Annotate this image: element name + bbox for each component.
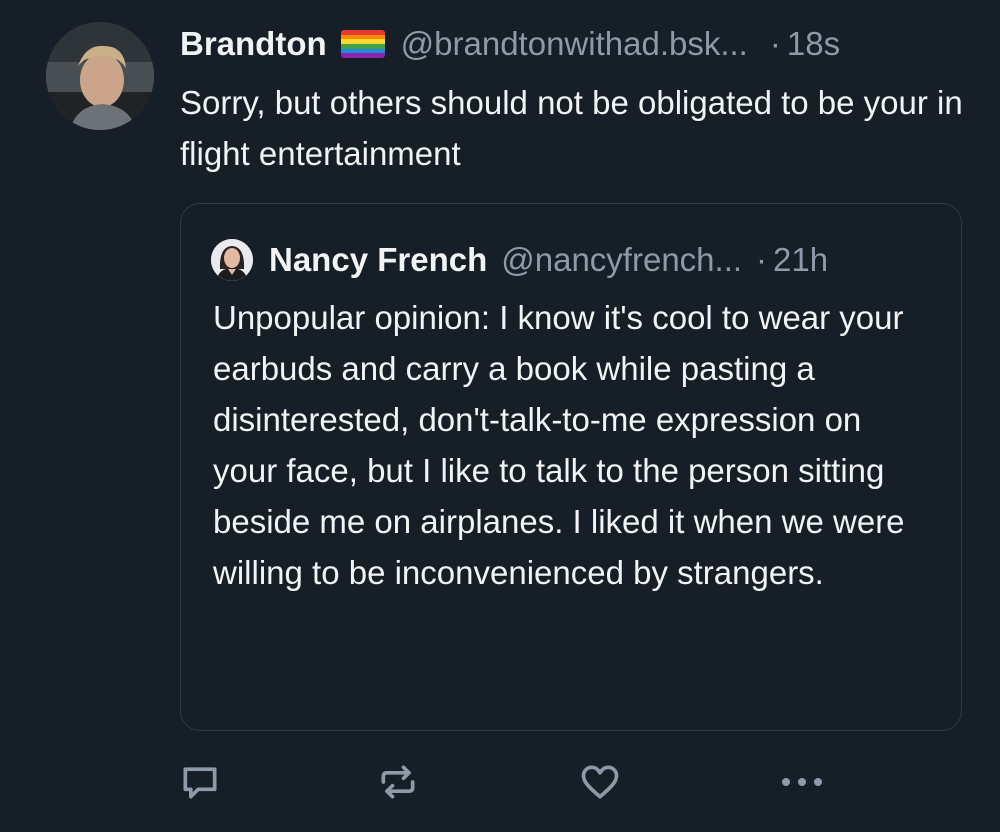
post-actions-bar xyxy=(0,758,1000,806)
post: Brandton @brandtonwithad.bsk... · 18s So… xyxy=(0,0,1000,832)
quoted-author-avatar[interactable] xyxy=(211,239,253,281)
quoted-post-text: Unpopular opinion: I know it's cool to w… xyxy=(213,299,905,591)
author-handle[interactable]: @brandtonwithad.bsk... xyxy=(401,22,748,66)
rainbow-flag-icon xyxy=(340,30,385,58)
author-display-name[interactable]: Brandton xyxy=(180,22,327,66)
author-avatar[interactable] xyxy=(46,22,154,130)
avatar-photo-icon xyxy=(46,22,154,130)
header-separator: · xyxy=(769,25,781,62)
reply-button[interactable] xyxy=(176,758,224,806)
quoted-author-display-name[interactable]: Nancy French xyxy=(269,238,487,282)
repost-icon xyxy=(381,765,415,799)
quoted-post-timestamp[interactable]: 21h xyxy=(773,238,828,282)
post-timestamp[interactable]: 18s xyxy=(787,22,840,66)
more-options-button[interactable] xyxy=(778,758,826,806)
quoted-author-handle[interactable]: @nancyfrench... xyxy=(501,238,742,282)
quoted-header-separator: · xyxy=(756,241,768,278)
quoted-post[interactable]: Nancy French @nancyfrench... · 21h Unpop… xyxy=(180,203,962,731)
like-button[interactable] xyxy=(576,758,624,806)
post-header: Brandton @brandtonwithad.bsk... · 18s xyxy=(180,22,840,66)
repost-button[interactable] xyxy=(374,758,422,806)
more-icon xyxy=(782,778,822,786)
quoted-post-header: Nancy French @nancyfrench... · 21h xyxy=(211,238,828,282)
heart-icon xyxy=(581,765,619,799)
reply-icon xyxy=(183,767,217,799)
post-text: Sorry, but others should not be obligate… xyxy=(180,84,963,172)
quoted-avatar-photo-icon xyxy=(211,239,253,281)
